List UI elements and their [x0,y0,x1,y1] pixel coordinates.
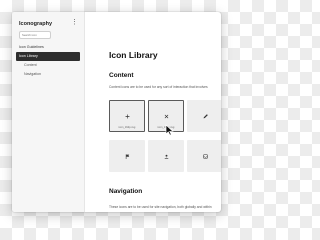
app-title: Iconography [19,21,53,27]
icon-tile-inbox[interactable] [187,140,221,172]
page-title: Icon Library [109,50,158,60]
icon-tile-flag[interactable] [109,140,145,172]
icon-tile-add[interactable]: icon_16dp.svg [109,100,145,132]
icon-tile-edit[interactable] [187,100,221,132]
more-options-icon[interactable]: ⋮ [71,18,78,28]
sidebar-nav: Icon Guidelines Icon Library Content Nav… [16,43,80,79]
app-window: Iconography ⋮ Search icon Icon Guideline… [12,12,221,212]
search-input[interactable]: Search icon [19,31,51,39]
sidebar-item-icon-library[interactable]: Icon Library [16,52,80,61]
sidebar: Iconography ⋮ Search icon Icon Guideline… [12,12,85,212]
edit-icon [203,113,208,118]
add-icon [124,113,130,119]
upload-icon [164,154,168,159]
close-icon [164,114,168,118]
content-section-description: Content icons are to be used for any sor… [109,85,208,89]
main-content: Icon Library Content Content icons are t… [85,12,221,212]
sidebar-item-icon-guidelines[interactable]: Icon Guidelines [16,43,80,52]
navigation-section-description: These icons are to be used for site navi… [109,205,212,209]
icon-tile-caption: icon_16dp.svg [118,126,136,129]
mouse-pointer-icon [165,124,174,136]
inbox-icon [202,153,208,159]
flag-icon [125,153,129,159]
icon-tile-upload[interactable] [148,140,184,172]
sidebar-item-content[interactable]: Content [16,61,80,70]
navigation-section-heading: Navigation [109,188,143,195]
content-section-heading: Content [109,72,134,79]
sidebar-item-navigation[interactable]: Navigation [16,70,80,79]
